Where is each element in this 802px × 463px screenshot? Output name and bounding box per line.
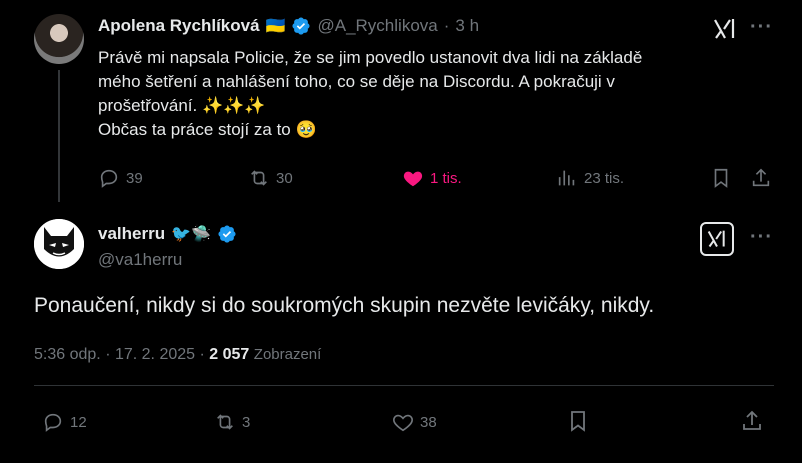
views-label: Zobrazení [253, 346, 322, 363]
separator-dot: · [199, 346, 205, 363]
grok-button[interactable] [700, 222, 734, 256]
reply-icon [100, 169, 118, 188]
verified-badge-icon [218, 225, 236, 243]
like-button[interactable]: 1 tis. [402, 167, 462, 189]
flag-icon: 🇺🇦 [265, 18, 286, 35]
share-icon [752, 168, 770, 187]
more-options-icon[interactable]: ··· [750, 226, 773, 249]
grok-icon [707, 230, 725, 248]
tweet1-line: mého šetření a nahlášení toho, co se děj… [98, 72, 615, 91]
bookmark-icon [571, 411, 585, 432]
separator-dot: · [443, 16, 450, 35]
tweet1-line: Občas ta práce stojí za to 🥹 [98, 120, 317, 139]
like-button[interactable]: 38 [392, 411, 437, 433]
reply-count: 39 [126, 169, 143, 187]
post-time[interactable]: 5:36 odp. [34, 346, 101, 363]
views-count: 2 057 [209, 346, 250, 363]
tweet-metadata: 5:36 odp. · 17. 2. 2025 · 2 057 Zobrazen… [34, 346, 321, 364]
tweet1-text: Právě mi napsala Policie, že se jim pove… [98, 46, 738, 142]
repost-count: 3 [242, 413, 251, 431]
reply-icon [44, 413, 62, 432]
reply-button[interactable]: 39 [98, 167, 143, 189]
analytics-icon [558, 170, 575, 186]
bird-ufo-emoji: 🐦🛸 [171, 226, 211, 243]
bookmark-icon [714, 168, 728, 188]
views-button[interactable]: 23 tis. [556, 167, 624, 189]
tweet1-line: Právě mi napsala Policie, že se jim pove… [98, 48, 643, 67]
author-name[interactable]: Apolena Rychlíková [98, 16, 260, 36]
tweet2-header: valherru 🐦🛸 [98, 224, 237, 244]
separator-dot: · [105, 346, 111, 363]
bookmark-button[interactable] [710, 167, 732, 189]
thread-line [58, 70, 60, 202]
avatar-apolena[interactable] [34, 14, 84, 64]
tweet1-line: prošetřování. ✨✨✨ [98, 96, 266, 115]
avatar-valherru[interactable] [34, 219, 84, 269]
grok-icon[interactable] [712, 17, 738, 46]
author-handle[interactable]: @A_Rychlikova [317, 16, 437, 36]
demon-face-icon [34, 219, 84, 269]
like-count: 1 tis. [430, 169, 462, 187]
bookmark-button[interactable] [566, 409, 590, 433]
repost-button[interactable]: 30 [248, 167, 293, 189]
author-name[interactable]: valherru [98, 224, 165, 244]
repost-count: 30 [276, 169, 293, 187]
share-icon [743, 410, 761, 430]
repost-icon [217, 414, 233, 430]
heart-icon [393, 414, 413, 432]
tweet-time[interactable]: 3 h [455, 16, 479, 36]
share-button[interactable] [750, 167, 772, 189]
repost-button[interactable]: 3 [214, 411, 250, 433]
reply-button[interactable]: 12 [42, 411, 87, 433]
heart-filled-icon [403, 171, 423, 187]
tweet1-header: Apolena Rychlíková 🇺🇦 @A_Rychlikova · 3 … [98, 16, 479, 36]
tweet2-text: Ponaučení, nikdy si do soukromých skupin… [34, 294, 655, 317]
repost-icon [251, 170, 267, 186]
share-button[interactable] [740, 409, 764, 433]
post-date[interactable]: 17. 2. 2025 [115, 346, 195, 363]
reply-count: 12 [70, 413, 87, 431]
author-handle[interactable]: @va1herru [98, 250, 182, 270]
more-options-icon[interactable]: ··· [750, 16, 773, 39]
views-count: 23 tis. [584, 169, 625, 187]
divider [34, 385, 774, 386]
verified-badge-icon [292, 17, 311, 35]
like-count: 38 [420, 413, 437, 431]
